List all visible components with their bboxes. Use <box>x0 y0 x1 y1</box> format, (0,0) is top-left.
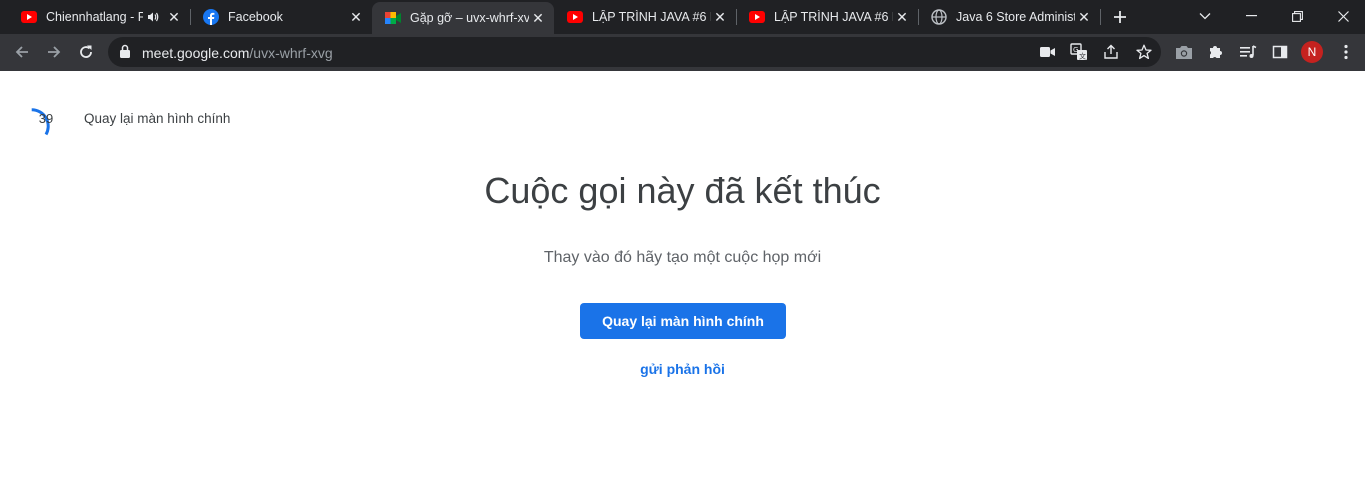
tab-title: Gặp gỡ – uvx-whrf-xvg <box>410 11 529 25</box>
close-tab-icon[interactable]: ✕ <box>347 8 365 26</box>
tab-facebook[interactable]: Facebook ✕ <box>190 0 372 34</box>
forward-button[interactable] <box>40 38 68 66</box>
countdown-seconds: 39 <box>38 110 54 126</box>
share-icon[interactable] <box>1101 42 1121 62</box>
kebab-menu-icon[interactable] <box>1336 42 1356 62</box>
arrow-left-icon <box>15 46 28 58</box>
tab-strip: Chiennhatlang - P ✕ Facebook ✕ Gặp gỡ – … <box>0 0 1365 34</box>
arrow-right-icon <box>48 46 61 58</box>
page-subtitle: Thay vào đó hãy tạo một cuộc họp mới <box>543 249 822 266</box>
url-host: meet.google.com <box>142 45 250 61</box>
minimize-button[interactable] <box>1228 0 1274 32</box>
svg-text:文: 文 <box>1079 52 1086 61</box>
plus-icon <box>1114 11 1126 23</box>
return-home-text: Quay lại màn hình chính <box>84 111 231 126</box>
speaker-icon[interactable] <box>147 11 159 23</box>
restore-icon <box>1291 10 1303 22</box>
tab-title: Java 6 Store Administ <box>956 10 1075 24</box>
reload-icon <box>80 45 92 58</box>
youtube-icon <box>21 9 37 25</box>
send-feedback-text[interactable]: gửi phản hồi <box>640 361 725 377</box>
svg-text:G: G <box>1073 46 1078 54</box>
tab-youtube-java-1[interactable]: LẬP TRÌNH JAVA #6 BÀ ✕ <box>554 0 736 34</box>
restore-button[interactable] <box>1274 0 1320 32</box>
send-feedback-link: gửi phản hồi <box>0 361 1365 377</box>
tab-youtube-java-2[interactable]: LẬP TRÌNH JAVA #6 BÀ ✕ <box>736 0 918 34</box>
google-meet-icon <box>385 10 401 26</box>
tab-title: LẬP TRÌNH JAVA #6 BÀ <box>592 10 711 24</box>
back-button[interactable] <box>8 38 36 66</box>
lock-icon[interactable] <box>119 44 131 64</box>
facebook-icon <box>203 9 219 25</box>
tab-search-button[interactable] <box>1182 0 1228 32</box>
tab-title: LẬP TRÌNH JAVA #6 BÀ <box>774 10 893 24</box>
youtube-icon <box>567 9 583 25</box>
url-path: /uvx-whrf-xvg <box>249 45 333 61</box>
close-tab-icon[interactable]: ✕ <box>529 9 547 27</box>
profile-avatar[interactable]: N <box>1301 41 1323 63</box>
tab-java-store-admin[interactable]: Java 6 Store Administ ✕ <box>918 0 1100 34</box>
return-home-button[interactable]: Quay lại màn hình chính <box>580 303 786 339</box>
address-bar[interactable]: meet.google.com/uvx-whrf-xvg G文 <box>108 37 1161 67</box>
tab-divider <box>1100 9 1101 25</box>
close-icon <box>1337 10 1349 22</box>
tab-youtube-chiennhatlang[interactable]: Chiennhatlang - P ✕ <box>8 0 190 34</box>
youtube-icon <box>749 9 765 25</box>
browser-toolbar: meet.google.com/uvx-whrf-xvg G文 N <box>0 34 1365 71</box>
tab-google-meet[interactable]: Gặp gỡ – uvx-whrf-xvg ✕ <box>372 2 554 34</box>
minimize-icon <box>1245 15 1257 17</box>
close-tab-icon[interactable]: ✕ <box>893 8 911 26</box>
camera-in-use-icon[interactable] <box>1038 42 1058 62</box>
return-countdown: 39 <box>27 99 65 137</box>
close-tab-icon[interactable]: ✕ <box>1075 8 1093 26</box>
media-queue-icon[interactable] <box>1238 42 1258 62</box>
new-tab-button[interactable] <box>1108 5 1132 29</box>
bookmark-star-icon[interactable] <box>1134 42 1154 62</box>
tab-title: Facebook <box>228 10 283 24</box>
page-title: Cuộc gọi này đã kết thúc <box>484 170 881 211</box>
chevron-down-icon <box>1199 13 1211 20</box>
url-text: meet.google.com/uvx-whrf-xvg <box>142 45 333 61</box>
side-panel-icon[interactable] <box>1270 42 1290 62</box>
tab-title: Chiennhatlang - P <box>46 10 143 24</box>
screenshot-camera-icon[interactable] <box>1174 42 1194 62</box>
close-tab-icon[interactable]: ✕ <box>711 8 729 26</box>
translate-icon[interactable]: G文 <box>1069 42 1089 62</box>
close-window-button[interactable] <box>1320 0 1365 32</box>
reload-button[interactable] <box>72 38 100 66</box>
extensions-puzzle-icon[interactable] <box>1206 42 1226 62</box>
globe-icon <box>931 9 947 25</box>
close-tab-icon[interactable]: ✕ <box>165 8 183 26</box>
